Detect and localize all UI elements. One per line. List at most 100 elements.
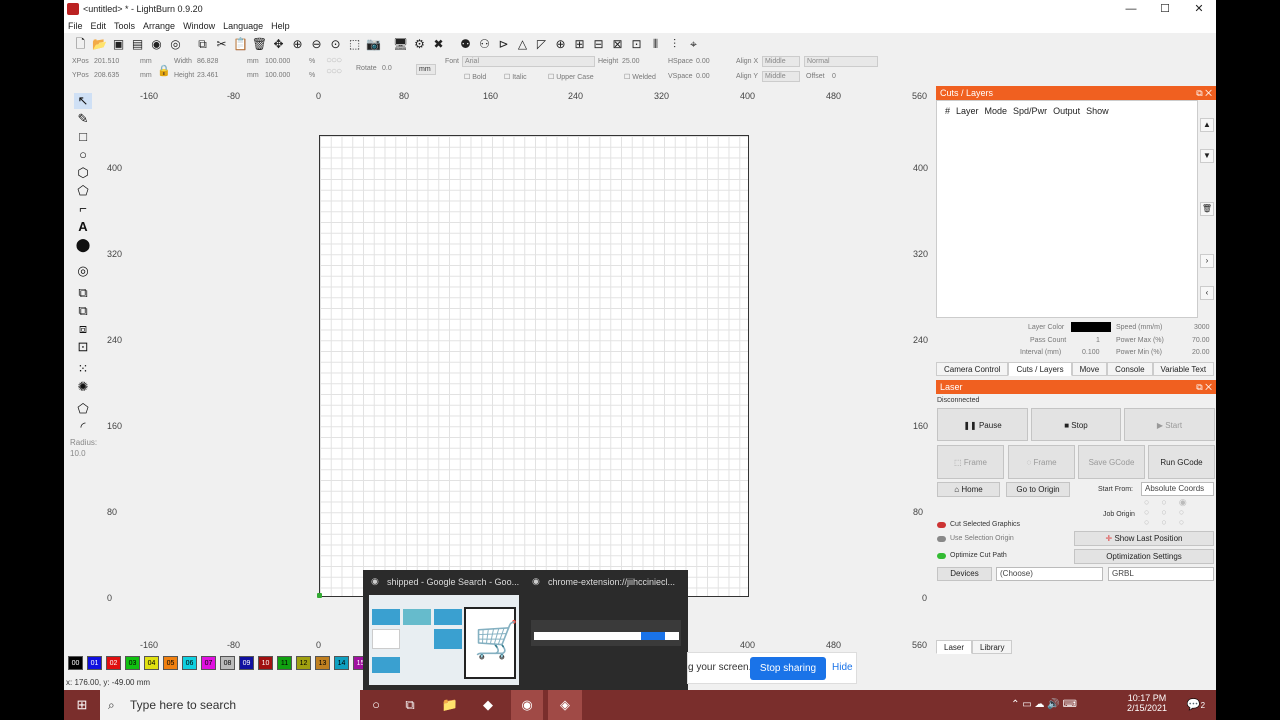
- subtract-icon[interactable]: ⧈: [74, 321, 92, 337]
- upper-case-checkbox[interactable]: ☐ Upper Case: [548, 73, 594, 81]
- power-min-value[interactable]: 20.00: [1192, 349, 1210, 356]
- delete-layer-icon[interactable]: 🗑: [1200, 202, 1214, 216]
- system-tray-icons[interactable]: ⌃ ▭ ☁ 🔊 ⌨: [994, 690, 1094, 720]
- new-file-icon[interactable]: 🗋: [72, 36, 89, 53]
- bold-checkbox[interactable]: ☐ Bold: [464, 73, 486, 81]
- pass-count-value[interactable]: 1: [1096, 337, 1100, 344]
- align-right-icon[interactable]: ⊟: [590, 36, 607, 53]
- rotate-icon[interactable]: ◸: [533, 36, 550, 53]
- devices-button[interactable]: Devices: [937, 567, 992, 581]
- aligny-select[interactable]: Middle: [762, 71, 800, 82]
- optimize-cut-path-toggle[interactable]: [937, 553, 946, 559]
- edit-nodes-icon[interactable]: ⬠: [74, 183, 92, 199]
- start-from-select[interactable]: Absolute Coords: [1141, 482, 1214, 496]
- task-view-icon[interactable]: ⧉: [398, 690, 422, 720]
- show-last-position-button[interactable]: ✛ Show Last Position: [1074, 531, 1214, 546]
- radius-value[interactable]: 10.0: [70, 449, 86, 458]
- scale-h-value[interactable]: 100.000: [265, 72, 290, 79]
- delete-icon[interactable]: 🗑: [251, 36, 268, 53]
- palette-swatch[interactable]: 14: [334, 656, 349, 670]
- controller-select[interactable]: GRBL: [1108, 567, 1214, 581]
- tab-cuts-layers[interactable]: Cuts / Layers: [1008, 362, 1072, 376]
- tab-camera-control[interactable]: Camera Control: [936, 362, 1009, 376]
- float-icon[interactable]: ⧉: [1196, 88, 1202, 98]
- circular-array-icon[interactable]: ✺: [74, 379, 92, 395]
- job-origin-grid[interactable]: ○○◉ ○○○ ○○○: [1144, 497, 1199, 527]
- cortana-icon[interactable]: ○: [364, 690, 388, 720]
- interval-value[interactable]: 0.100: [1082, 349, 1100, 356]
- align-center-icon[interactable]: ⊕: [552, 36, 569, 53]
- text-tool-icon[interactable]: A: [74, 219, 92, 235]
- position-laser-icon[interactable]: ⌐: [74, 201, 92, 217]
- palette-swatch[interactable]: 09: [239, 656, 254, 670]
- move-icon[interactable]: ✥: [270, 36, 287, 53]
- menu-language[interactable]: Language: [223, 21, 263, 31]
- palette-swatch[interactable]: 07: [201, 656, 216, 670]
- palette-swatch[interactable]: 11: [277, 656, 292, 670]
- scale-w-value[interactable]: 100.000: [265, 58, 290, 65]
- go-to-origin-button[interactable]: Go to Origin: [1006, 482, 1070, 497]
- distribute-v-icon[interactable]: ⫶: [666, 36, 683, 53]
- import-icon[interactable]: ◉: [148, 36, 165, 53]
- preview-thumbnail-2[interactable]: [531, 620, 681, 646]
- rectangle-icon[interactable]: □: [74, 129, 92, 145]
- minimize-button[interactable]: —: [1114, 0, 1148, 18]
- collapse-left-icon[interactable]: ‹: [1200, 286, 1214, 300]
- close-button[interactable]: ✕: [1182, 0, 1216, 18]
- tab-laser[interactable]: Laser: [936, 640, 973, 654]
- grid-array-icon[interactable]: ⁙: [74, 361, 92, 377]
- preview-title-2[interactable]: chrome-extension://jiihcciniecl...: [548, 577, 683, 587]
- palette-swatch[interactable]: 08: [220, 656, 235, 670]
- menu-tools[interactable]: Tools: [114, 21, 135, 31]
- mirror-v-icon[interactable]: △: [514, 36, 531, 53]
- zoom-page-icon[interactable]: ⬚: [346, 36, 363, 53]
- menu-edit[interactable]: Edit: [91, 21, 107, 31]
- stop-button[interactable]: ■ Stop: [1031, 408, 1121, 441]
- palette-swatch[interactable]: 06: [182, 656, 197, 670]
- monitor-icon[interactable]: 🖥: [392, 36, 409, 53]
- power-max-value[interactable]: 70.00: [1192, 337, 1210, 344]
- zoom-fit-icon[interactable]: ⊙: [327, 36, 344, 53]
- palette-swatch[interactable]: 02: [106, 656, 121, 670]
- height-value[interactable]: 23.461: [197, 72, 218, 79]
- notification-center-icon[interactable]: 💬2: [1182, 690, 1210, 720]
- hspace-value[interactable]: 0.00: [696, 58, 710, 65]
- save-gcode-button[interactable]: Save GCode: [1078, 445, 1145, 479]
- offset-value[interactable]: 0: [832, 73, 836, 80]
- use-selection-origin-toggle[interactable]: [937, 536, 946, 542]
- rotate-value[interactable]: 0.0: [382, 65, 392, 72]
- close-panel-icon[interactable]: ✕: [1205, 382, 1212, 392]
- paste-icon[interactable]: 📋: [232, 36, 249, 53]
- preview-title-1[interactable]: shipped - Google Search - Goo...: [387, 577, 522, 587]
- tools-icon[interactable]: ✖: [430, 36, 447, 53]
- polygon-icon[interactable]: ⬡: [74, 165, 92, 181]
- zoom-in-icon[interactable]: ⊕: [289, 36, 306, 53]
- welded-checkbox[interactable]: ☐ Welded: [624, 73, 656, 81]
- ungroup-icon[interactable]: ⚇: [476, 36, 493, 53]
- align-left-icon[interactable]: ⊞: [571, 36, 588, 53]
- windows-start-icon[interactable]: ⊞: [64, 690, 100, 720]
- device-select[interactable]: (Choose): [996, 567, 1103, 581]
- group-icon[interactable]: ⚉: [457, 36, 474, 53]
- align-bottom-icon[interactable]: ⊡: [628, 36, 645, 53]
- width-value[interactable]: 86.828: [197, 58, 218, 65]
- tab-variable-text[interactable]: Variable Text: [1152, 362, 1215, 376]
- text-mode-select[interactable]: Normal: [804, 56, 878, 67]
- mirror-h-icon[interactable]: ⊳: [495, 36, 512, 53]
- move-layer-down-button[interactable]: ▼: [1200, 149, 1214, 163]
- lightburn-taskbar-icon[interactable]: ◈: [548, 690, 582, 720]
- expand-right-icon[interactable]: ›: [1200, 254, 1214, 268]
- menu-file[interactable]: File: [68, 21, 83, 31]
- weld-icon[interactable]: ⧉: [74, 285, 92, 301]
- chrome-taskbar-icon[interactable]: ◉: [511, 690, 543, 720]
- app-icon[interactable]: ◆: [474, 690, 502, 720]
- font-height-value[interactable]: 25.00: [622, 58, 640, 65]
- frame-round-button[interactable]: ◌ Frame: [1008, 445, 1075, 479]
- taskbar-search-box[interactable]: ⌕ Type here to search: [100, 690, 360, 720]
- preview-thumbnail-1[interactable]: 🛒: [369, 595, 519, 685]
- xpos-value[interactable]: 201.510: [94, 58, 119, 65]
- location-pin-icon[interactable]: ⬤: [74, 237, 92, 253]
- palette-swatch[interactable]: 04: [144, 656, 159, 670]
- tab-move[interactable]: Move: [1071, 362, 1108, 376]
- menu-arrange[interactable]: Arrange: [143, 21, 175, 31]
